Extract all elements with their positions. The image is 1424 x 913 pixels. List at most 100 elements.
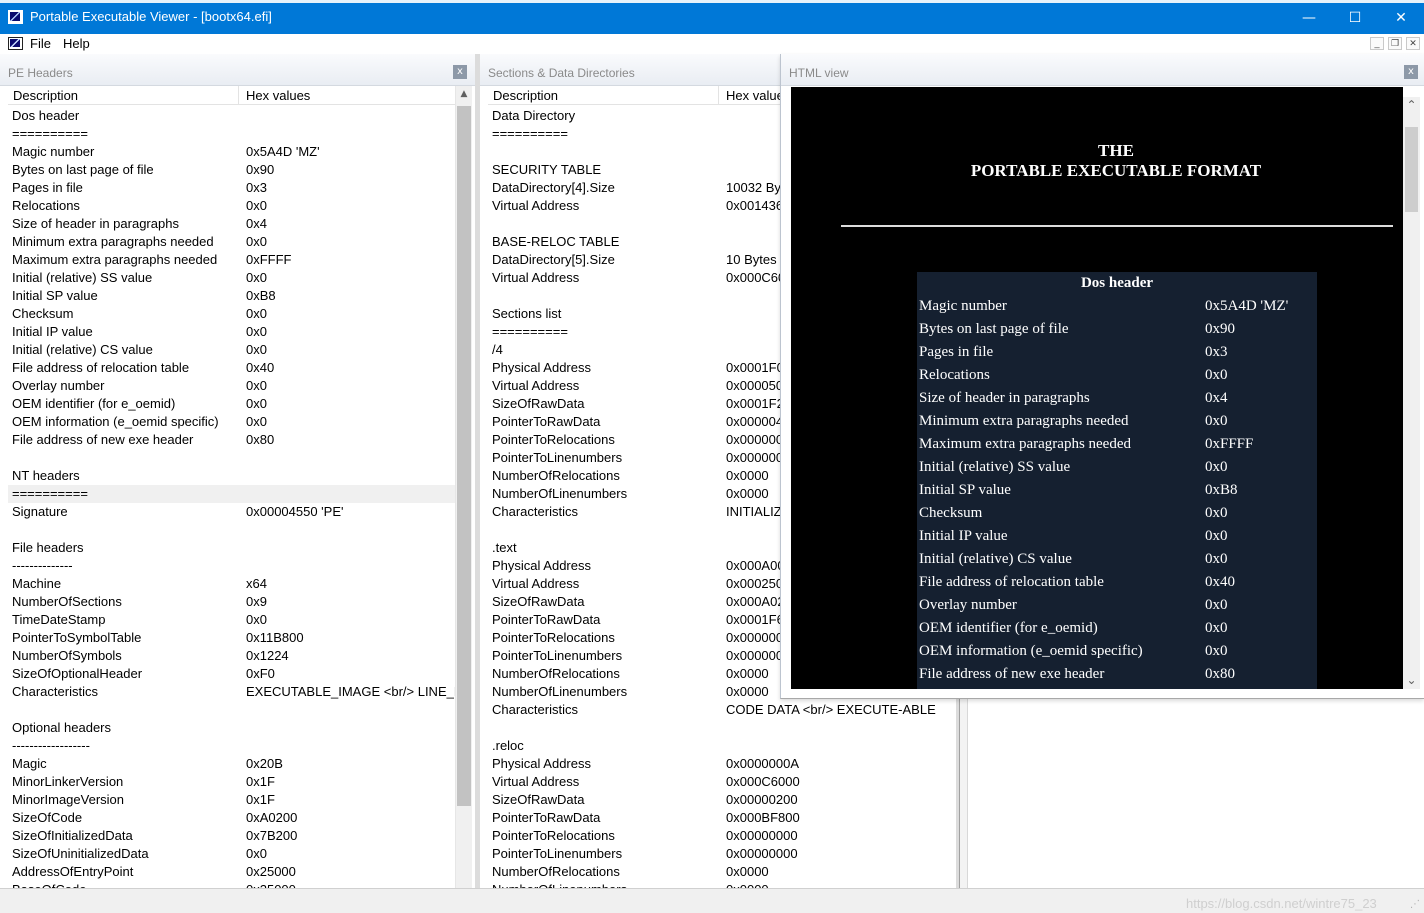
row-value: 0x25000 (246, 881, 455, 888)
scrollbar-thumb[interactable] (1405, 127, 1418, 212)
menu-help[interactable]: Help (63, 36, 90, 51)
scrollbar-thumb[interactable] (457, 106, 471, 806)
row-description: NumberOfSections (12, 594, 122, 609)
list-row[interactable]: SizeOfOptionalHeader 0xF0 (8, 665, 455, 683)
list-row[interactable]: NT headers (8, 467, 455, 485)
row-value: 0x0000 (726, 864, 769, 879)
list-row[interactable]: File address of relocation table 0x40 (8, 359, 455, 377)
list-row[interactable]: BaseOfCode 0x25000 (8, 881, 455, 888)
list-row[interactable]: Optional headers (8, 719, 455, 737)
row-description: NumberOfRelocations (492, 666, 620, 681)
scroll-down-icon[interactable]: ⌄ (1403, 672, 1420, 689)
list-row[interactable]: SizeOfRawData 0x00000200 (488, 791, 938, 809)
list-row[interactable]: Virtual Address 0x000C6000 (488, 773, 938, 791)
list-row[interactable]: Signature 0x00004550 'PE' (8, 503, 455, 521)
list-row[interactable]: NumberOfSymbols 0x1224 (8, 647, 455, 665)
column-separator[interactable] (718, 86, 719, 105)
column-separator[interactable] (238, 86, 239, 105)
list-row[interactable]: TimeDateStamp 0x0 (8, 611, 455, 629)
pe-headers-scrollbar[interactable]: ▲ (455, 86, 472, 888)
column-hex-values[interactable]: Hex values (246, 88, 310, 103)
document-system-menu-icon[interactable] (8, 37, 23, 50)
list-row[interactable]: OEM identifier (for e_oemid) 0x0 (8, 395, 455, 413)
row-description: Optional headers (12, 720, 112, 735)
list-row[interactable]: Initial SP value 0xB8 (8, 287, 455, 305)
list-row[interactable] (488, 719, 938, 737)
list-row[interactable]: Checksum 0x0 (8, 305, 455, 323)
list-row[interactable]: NumberOfSections 0x9 (8, 593, 455, 611)
list-row[interactable] (8, 449, 455, 467)
row-value: 0xFFFF (246, 252, 292, 267)
list-row[interactable]: File headers (8, 539, 455, 557)
list-row[interactable]: Initial IP value 0x0 (8, 323, 455, 341)
list-row[interactable]: Minimum extra paragraphs needed 0x0 (8, 233, 455, 251)
list-row[interactable]: ------------------ (8, 737, 455, 755)
html-row-description: OEM information (e_oemid specific) (919, 643, 1143, 659)
close-button[interactable]: ✕ (1378, 3, 1424, 34)
list-row[interactable]: PointerToLinenumbers 0x00000000 (488, 845, 938, 863)
list-row[interactable]: Bytes on last page of file 0x90 (8, 161, 455, 179)
pe-headers-list[interactable]: Dos header ========== Magic number 0x5A4D '… (8, 107, 455, 888)
list-row[interactable]: Initial (relative) SS value 0x0 (8, 269, 455, 287)
list-row[interactable]: Dos header (8, 107, 455, 125)
html-view-pane-close-icon[interactable]: x (1404, 65, 1418, 79)
maximize-button[interactable]: ☐ (1332, 3, 1378, 34)
list-row[interactable]: Maximum extra paragraphs needed 0xFFFF (8, 251, 455, 269)
column-hex-value[interactable]: Hex value (726, 88, 784, 103)
list-row[interactable]: PointerToSymbolTable 0x11B800 (8, 629, 455, 647)
html-view-scrollbar[interactable]: ⌃ ⌄ (1403, 97, 1420, 689)
list-row[interactable]: Size of header in paragraphs 0x4 (8, 215, 455, 233)
html-table-row: Bytes on last page of file 0x90 (917, 318, 1317, 341)
list-row[interactable]: Characteristics EXECUTABLE_IMAGE <br/> LI… (8, 683, 455, 701)
list-row[interactable]: MinorImageVersion 0x1F (8, 791, 455, 809)
column-description[interactable]: Description (13, 88, 78, 103)
list-row[interactable]: OEM information (e_oemid specific) 0x0 (8, 413, 455, 431)
list-row[interactable]: .reloc (488, 737, 938, 755)
column-description[interactable]: Description (493, 88, 558, 103)
list-row[interactable]: Pages in file 0x3 (8, 179, 455, 197)
list-row[interactable]: ========== (8, 485, 455, 503)
row-description: Bytes on last page of file (12, 162, 154, 177)
list-row[interactable]: Initial (relative) CS value 0x0 (8, 341, 455, 359)
list-row[interactable]: Physical Address 0x0000000A (488, 755, 938, 773)
list-row[interactable]: MinorLinkerVersion 0x1F (8, 773, 455, 791)
html-view-content[interactable]: THE PORTABLE EXECUTABLE FORMAT Dos heade… (791, 87, 1403, 689)
row-description: Dos header (12, 108, 80, 123)
list-row[interactable]: PointerToRelocations 0x00000000 (488, 827, 938, 845)
mdi-close-button[interactable]: ✕ (1406, 37, 1420, 50)
mdi-restore-button[interactable]: ❐ (1388, 37, 1402, 50)
list-row[interactable]: Magic 0x20B (8, 755, 455, 773)
html-view-pane-header[interactable]: HTML view x (781, 54, 1424, 86)
list-row[interactable]: NumberOfRelocations 0x0000 (488, 863, 938, 881)
list-row[interactable]: File address of new exe header 0x80 (8, 431, 455, 449)
list-row[interactable]: PointerToRawData 0x000BF800 (488, 809, 938, 827)
row-description: NT headers (12, 468, 80, 483)
row-description: Initial SP value (12, 288, 98, 303)
list-row[interactable]: AddressOfEntryPoint 0x25000 (8, 863, 455, 881)
list-row[interactable]: ========== (8, 125, 455, 143)
resize-grip-icon[interactable]: ⋰ (1410, 899, 1422, 911)
list-row[interactable]: Magic number 0x5A4D 'MZ' (8, 143, 455, 161)
list-row[interactable]: -------------- (8, 557, 455, 575)
list-row[interactable]: Overlay number 0x0 (8, 377, 455, 395)
list-row[interactable]: NumberOfLinenumbers 0x0000 (488, 881, 938, 888)
list-row[interactable]: SizeOfInitializedData 0x7B200 (8, 827, 455, 845)
scroll-up-icon[interactable]: ⌃ (1403, 97, 1420, 114)
title-bar[interactable]: Portable Executable Viewer - [bootx64.ef… (0, 0, 1424, 34)
list-row[interactable]: SizeOfCode 0xA0200 (8, 809, 455, 827)
menu-file[interactable]: File (30, 36, 51, 51)
html-doc-title-line1: THE (1098, 141, 1134, 160)
scroll-up-icon[interactable]: ▲ (456, 86, 472, 103)
pe-headers-pane-close-icon[interactable]: x (453, 65, 467, 79)
list-row[interactable] (8, 701, 455, 719)
list-row[interactable]: SizeOfUninitializedData 0x0 (8, 845, 455, 863)
row-description: Minimum extra paragraphs needed (12, 234, 214, 249)
minimize-button[interactable]: — (1286, 3, 1332, 34)
pe-viewer-app-icon[interactable] (8, 10, 23, 24)
list-row[interactable] (8, 521, 455, 539)
list-row[interactable]: Relocations 0x0 (8, 197, 455, 215)
row-description: ------------------ (12, 738, 90, 753)
list-row[interactable]: Machine x64 (8, 575, 455, 593)
mdi-minimize-button[interactable]: _ (1370, 37, 1384, 50)
list-row[interactable]: Characteristics CODE DATA <br/> EXECUTE-A… (488, 701, 938, 719)
